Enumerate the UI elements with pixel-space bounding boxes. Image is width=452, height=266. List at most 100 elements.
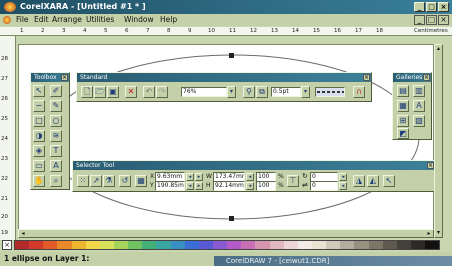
doc-minimize-button[interactable]: _ [414,15,425,25]
w-spin-icon[interactable]: ◂ [246,173,254,181]
colour-swatch[interactable] [354,241,369,249]
shear-spin-icon[interactable]: ◂ [339,182,347,190]
y-spin-icon[interactable]: ◂ [186,182,194,190]
zoom-combo[interactable]: 76% [181,87,227,97]
colour-swatch[interactable] [142,241,157,249]
menu-help[interactable]: Help [160,14,177,26]
scroll-left-icon[interactable]: ◂ [19,230,27,237]
colour-swatch[interactable] [85,241,100,249]
line-gallery-icon[interactable]: ⊞ [397,115,409,127]
lock-aspect-icon[interactable]: ⊤ [287,175,299,187]
zoom-to-page-icon[interactable]: ⚲ [243,86,255,98]
selector-close-button[interactable]: × [427,162,434,169]
push-tool-icon[interactable]: ✋ [33,175,45,187]
bitmap-gallery-icon[interactable]: ▦ [397,100,409,112]
selector-tool-icon[interactable]: ↖ [33,85,45,97]
colour-swatch[interactable] [212,241,228,249]
scroll-right-icon[interactable]: ▸ [425,230,433,237]
open-folder-icon[interactable]: 🗁 [94,86,106,98]
flip-vertical-icon[interactable]: ◭ [367,175,379,187]
undo-icon[interactable]: ↶ [143,86,155,98]
colour-swatch[interactable] [340,241,355,249]
no-colour-swatch[interactable]: × [2,240,12,250]
new-document-icon[interactable]: 🗋 [81,86,93,98]
line-width-combo[interactable]: 0.5pt [271,87,301,97]
text-tool-icon[interactable]: T [50,145,62,157]
scale-height-field[interactable]: 100 [256,181,276,191]
colour-swatch[interactable] [311,241,327,249]
menu-edit[interactable]: Edit [34,14,49,26]
frame-gallery-icon[interactable]: ▥ [413,85,425,97]
toolbox-close-button[interactable]: × [61,74,68,81]
freehand-tool-icon[interactable]: ∽ [33,100,45,112]
y-position-field[interactable]: 190.85mm [155,181,185,191]
doc-maximize-button[interactable]: □ [426,15,437,25]
redo-icon[interactable]: ↷ [156,86,168,98]
galleries-titlebar[interactable]: Galleries × [393,73,431,82]
colour-swatch[interactable] [227,241,242,249]
rotate-mode-icon[interactable]: ↗ [90,175,102,187]
colour-palette[interactable] [14,240,440,250]
pen-tool-icon[interactable]: ✎ [50,100,62,112]
menu-window[interactable]: Window [124,14,154,26]
y-spin-up-icon[interactable]: ▸ [195,182,203,190]
vertical-ruler[interactable]: 28 27 26 25 24 23 22 21 20 19 [0,36,16,240]
colour-swatch[interactable] [15,241,30,249]
blend-tool-icon[interactable]: ◑ [33,130,45,142]
transform-fill-icon[interactable]: ⚗ [103,175,115,187]
colour-swatch[interactable] [283,241,298,249]
colour-swatch[interactable] [57,241,72,249]
menu-utilities[interactable]: Utilities [86,14,114,26]
colour-swatch[interactable] [170,241,185,249]
vertical-scrollbar[interactable]: ▴ ▾ [434,44,443,238]
menu-arrange[interactable]: Arrange [52,14,82,26]
horizontal-scrollbar[interactable]: ◂ ▸ [18,229,434,238]
flip-horizontal-icon[interactable]: ◮ [353,175,365,187]
colour-swatch[interactable] [297,241,312,249]
colour-swatch[interactable] [184,241,199,249]
zoom-tool-icon[interactable]: ⌕ [50,175,62,187]
colour-swatch[interactable] [71,241,86,249]
undo-transform-icon[interactable]: ↺ [119,175,131,187]
standard-titlebar[interactable]: Standard × [77,73,371,82]
line-style-combo[interactable] [315,87,345,97]
standard-close-button[interactable]: × [363,74,370,81]
fill-tool-icon[interactable]: ◈ [33,145,45,157]
colour-swatch[interactable] [241,241,256,249]
colour-swatch[interactable] [425,241,440,249]
selector-titlebar[interactable]: Selector Tool × [73,161,435,170]
colour-swatch[interactable] [410,241,426,249]
minimize-button[interactable]: _ [414,2,425,12]
app-icon[interactable] [4,2,16,12]
shear-angle-field[interactable]: 0 [310,181,338,191]
bounds-handles-icon[interactable]: ⁙ [77,175,89,187]
x-spin-icon[interactable]: ◂ [186,173,194,181]
colour-gallery-icon[interactable]: ▧ [413,115,425,127]
colour-swatch[interactable] [382,241,397,249]
x-spin-up-icon[interactable]: ▸ [195,173,203,181]
bring-to-front-icon[interactable]: ↖ [383,175,395,187]
doc-icon[interactable] [3,16,11,24]
colour-swatch[interactable] [29,241,44,249]
maximize-button[interactable]: □ [426,2,437,12]
galleries-close-button[interactable]: × [423,74,430,81]
magnet-icon[interactable]: ∩ [353,86,365,98]
position-grid-icon[interactable]: ▦ [135,175,147,187]
colour-swatch[interactable] [198,241,213,249]
colour-swatch[interactable] [99,241,114,249]
bevel-tool-icon[interactable]: A [50,160,62,172]
shape-editor-icon[interactable]: ✐ [50,85,62,97]
colour-swatch[interactable] [269,241,284,249]
colour-swatch[interactable] [396,241,411,249]
colour-swatch[interactable] [326,241,341,249]
colour-swatch[interactable] [43,241,58,249]
mould-tool-icon[interactable]: ≋ [50,130,62,142]
taskbar-item[interactable]: CorelDRAW 7 - [ceiwut1.CDR] [214,256,452,266]
colour-swatch[interactable] [255,241,270,249]
line-width-dropdown-icon[interactable]: ▾ [301,86,310,98]
colour-swatch[interactable] [113,241,129,249]
rectangle-tool-icon[interactable]: □ [33,115,45,127]
toolbox-titlebar[interactable]: Toolbox × [31,73,69,82]
scroll-down-icon[interactable]: ▾ [435,229,442,237]
colour-swatch[interactable] [128,241,143,249]
